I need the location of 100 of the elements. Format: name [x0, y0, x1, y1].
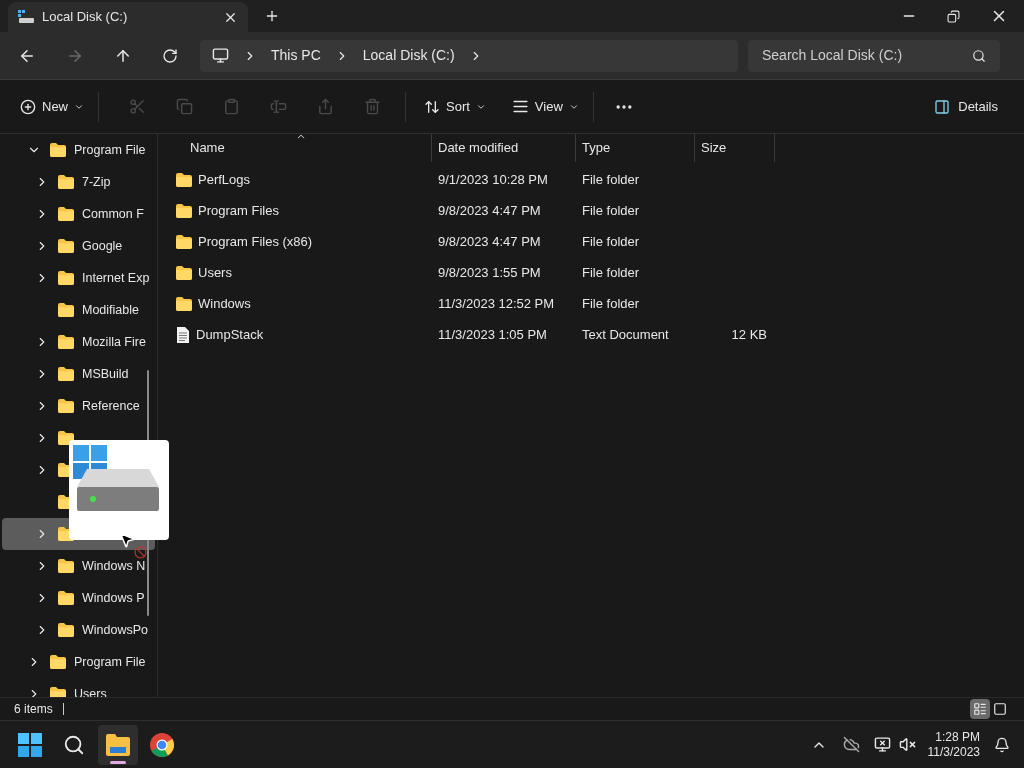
file-name[interactable]: Users	[198, 262, 232, 283]
column-header[interactable]: Size	[695, 134, 775, 162]
tree-item[interactable]: Program File	[2, 134, 155, 166]
tree-label: Users	[74, 685, 107, 697]
item-count: 6 items	[14, 701, 53, 718]
view-toggle[interactable]	[970, 699, 990, 719]
view-button[interactable]: View	[511, 96, 579, 117]
tree-label: 7-Zip	[82, 173, 111, 191]
folder-icon	[58, 175, 74, 189]
tree-label: WindowsPo	[82, 621, 148, 639]
tree-label: Program File	[74, 141, 146, 159]
table-cell-text: File folder	[581, 294, 641, 313]
folder-icon	[176, 265, 192, 280]
tree-item[interactable]: Common F	[2, 198, 155, 230]
network-icon[interactable]	[873, 736, 891, 753]
folder-icon	[176, 203, 192, 218]
table-cell-text: 11/3/2023 12:52 PM	[437, 294, 556, 313]
tree-item[interactable]: WindowsPo	[2, 614, 155, 646]
text-file-icon	[176, 326, 190, 343]
monitor-icon	[212, 47, 229, 64]
folder-icon	[58, 591, 74, 605]
table-cell-text: 11/3/2023 1:05 PM	[437, 325, 548, 344]
window-tab[interactable]: Local Disk (C:)	[8, 2, 248, 32]
browser-icon	[150, 732, 174, 757]
table-cell-text: 12 KB	[731, 325, 767, 344]
file-name[interactable]: Program Files	[198, 200, 279, 221]
folder-icon	[58, 367, 74, 381]
sort-button[interactable]: Sort	[424, 96, 486, 117]
folder-icon	[58, 271, 74, 285]
folder-icon	[58, 207, 74, 221]
search-icon	[63, 733, 85, 756]
folder-icon	[176, 296, 192, 311]
file-name[interactable]: Program Files (x86)	[198, 231, 313, 252]
tree-item[interactable]: Mozilla Fire	[2, 326, 155, 358]
tree-label: Mozilla Fire	[82, 333, 146, 351]
volume-muted-icon[interactable]	[898, 736, 916, 753]
folder-icon	[58, 335, 74, 349]
folder-icon	[58, 239, 74, 253]
tree-item[interactable]: Internet Exp	[2, 262, 155, 294]
sort-icon	[424, 98, 440, 115]
tab-title: Local Disk (C:)	[42, 8, 129, 27]
address-bar[interactable]: This PC Local Disk (C:)	[200, 39, 738, 72]
tree-item[interactable]: Program File	[2, 646, 155, 678]
table-cell-text: File folder	[581, 232, 641, 251]
tree-item[interactable]: Windows P	[2, 582, 155, 614]
tree-label: Windows N	[82, 557, 146, 575]
refresh-icon[interactable]	[162, 47, 178, 64]
tree-item[interactable]: Reference	[2, 390, 155, 422]
folder-icon	[58, 559, 74, 573]
menu-icon	[511, 98, 529, 115]
folder-icon	[58, 303, 74, 317]
tree-item[interactable]: Google	[2, 230, 155, 262]
column-header[interactable]: Name	[170, 134, 432, 162]
file-name[interactable]: DumpStack	[196, 324, 264, 345]
folder-icon	[50, 687, 66, 697]
folder-icon	[176, 172, 192, 187]
search-field[interactable]: Search Local Disk (C:)	[748, 39, 1000, 72]
clock[interactable]: 1:28 PM 11/3/2023	[927, 729, 980, 760]
table-cell-text: File folder	[581, 263, 641, 282]
table-cell-text: 9/8/2023 1:55 PM	[437, 263, 542, 282]
file-name[interactable]: Windows	[198, 293, 251, 314]
plus-icon	[20, 98, 36, 115]
table-cell-text: 9/8/2023 4:47 PM	[437, 232, 542, 251]
clock-time: 1:28 PM	[935, 729, 980, 745]
taskbar-app[interactable]	[98, 724, 138, 765]
active-indicator	[110, 760, 126, 764]
windows-logo-icon	[18, 732, 42, 757]
tree-label: Common F	[82, 205, 144, 223]
file-name[interactable]: PerfLogs	[198, 169, 251, 190]
search-icon	[972, 48, 986, 63]
new-tab-icon[interactable]	[264, 8, 280, 24]
tree-label: Google	[82, 237, 123, 255]
new-button[interactable]: New	[20, 96, 84, 117]
tree-label: Windows P	[82, 589, 145, 607]
search-input[interactable]: Search Local Disk (C:)	[762, 45, 972, 66]
folder-icon	[50, 655, 66, 669]
tree-item[interactable]: 7-Zip	[2, 166, 155, 198]
column-header[interactable]: Type	[576, 134, 695, 162]
folder-icon	[58, 431, 74, 445]
tree-item[interactable]: Windows N	[2, 550, 155, 582]
details-pane-icon	[934, 98, 951, 115]
tree-item[interactable]: Users	[2, 678, 155, 697]
folder-icon	[176, 234, 192, 249]
cloud-off-icon[interactable]	[842, 736, 860, 753]
breadcrumb[interactable]: Local Disk (C:)	[362, 45, 455, 66]
column-header[interactable]: Date modified	[432, 134, 576, 162]
details-view-icon	[973, 702, 987, 716]
restore-icon[interactable]	[947, 9, 960, 23]
table-cell-text: File folder	[581, 170, 641, 189]
breadcrumb[interactable]: This PC	[271, 45, 321, 66]
tree-label: Modifiable	[82, 301, 139, 319]
tree-label: MSBuild	[82, 365, 129, 383]
bell-icon[interactable]	[994, 736, 1010, 753]
details-button[interactable]: Details	[934, 96, 998, 117]
table-cell-text: Text Document	[581, 325, 670, 344]
tree-item[interactable]: Modifiable	[2, 294, 155, 326]
folder-icon	[58, 623, 74, 637]
tree-item[interactable]: MSBuild	[2, 358, 155, 390]
table-cell-text: 9/1/2023 10:28 PM	[437, 170, 549, 189]
tree-label: Internet Exp	[82, 269, 150, 287]
